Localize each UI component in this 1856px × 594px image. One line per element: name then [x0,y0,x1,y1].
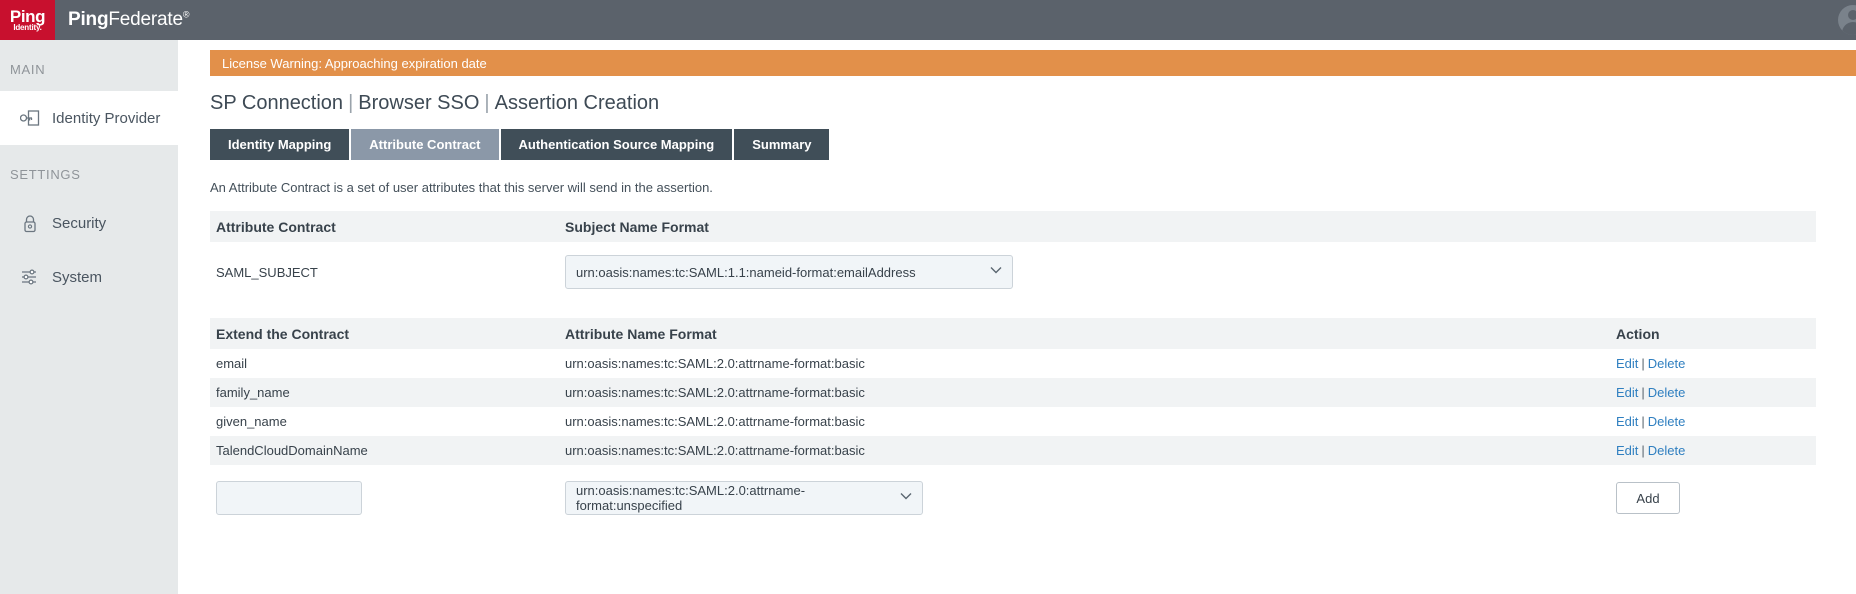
sidebar-section-main: MAIN [10,62,46,77]
edit-link[interactable]: Edit [1616,356,1638,371]
saml-subject-name: SAML_SUBJECT [216,264,318,280]
edit-link[interactable]: Edit [1616,385,1638,400]
sliders-icon [18,268,42,286]
tab-summary[interactable]: Summary [734,129,830,160]
new-attribute-format-value: urn:oasis:names:tc:SAML:2.0:attrname-for… [576,483,806,513]
breadcrumb-browser-sso: Browser SSO [358,92,480,114]
sidebar-item-label: Identity Provider [52,109,161,127]
lock-icon [18,214,42,233]
table-row: email urn:oasis:names:tc:SAML:2.0:attrna… [210,349,1816,378]
breadcrumb-separator: | [348,92,354,114]
extend-contract-table: Extend the Contract Attribute Name Forma… [210,318,1816,529]
new-attribute-name-input[interactable] [216,481,362,515]
user-avatar-icon[interactable] [1838,5,1856,35]
new-attribute-name-cell [210,481,565,515]
sidebar: MAIN Identity Provider SETTINGS Security… [0,40,197,594]
delete-link[interactable]: Delete [1648,385,1686,400]
row-actions: Edit | Delete [1616,443,1816,458]
logo-identity-text: Identity. [13,22,42,32]
chevron-down-icon [900,492,912,504]
attribute-name: TalendCloudDomainName [216,443,368,458]
add-button[interactable]: Add [1616,482,1680,514]
page-title: SP Connection | Browser SSO | Assertion Crea… [210,92,1856,115]
identity-provider-icon [18,109,42,127]
new-attribute-format-dropdown[interactable]: urn:oasis:names:tc:SAML:2.0:attrname-for… [565,481,923,515]
edit-link[interactable]: Edit [1616,414,1638,429]
attribute-format: urn:oasis:names:tc:SAML:2.0:attrname-for… [565,443,865,458]
sidebar-item-security[interactable]: Security [0,196,178,250]
subject-name-format-dropdown[interactable]: urn:oasis:names:tc:SAML:1.1:nameid-forma… [565,255,1013,289]
registered-mark: ® [182,9,190,20]
delete-link[interactable]: Delete [1648,356,1686,371]
column-header-attribute-contract: Attribute Contract [216,218,336,235]
table-header-row: Attribute Contract Subject Name Format [210,211,1816,242]
tab-bar: Identity Mapping Attribute Contract Auth… [210,129,1856,160]
action-separator: | [1641,414,1645,429]
sidebar-item-label: Security [52,214,107,232]
table-row: TalendCloudDomainName urn:oasis:names:tc… [210,436,1816,465]
tab-identity-mapping[interactable]: Identity Mapping [210,129,350,160]
avatar-body [1842,22,1856,35]
license-warning-text: License Warning: Approaching expiration … [222,55,487,71]
subject-name-format-value: urn:oasis:names:tc:SAML:1.1:nameid-forma… [576,264,916,280]
saml-subject-row: SAML_SUBJECT urn:oasis:names:tc:SAML:1.1… [210,242,1816,302]
column-header-extend-the-contract: Extend the Contract [216,325,350,342]
attribute-format: urn:oasis:names:tc:SAML:2.0:attrname-for… [565,356,865,371]
breadcrumb-separator: | [484,92,490,114]
main-content: License Warning: Approaching expiration … [178,40,1856,594]
attribute-format: urn:oasis:names:tc:SAML:2.0:attrname-for… [565,414,865,429]
tab-attribute-contract[interactable]: Attribute Contract [351,129,499,160]
delete-link[interactable]: Delete [1648,443,1686,458]
new-attribute-row: urn:oasis:names:tc:SAML:2.0:attrname-for… [210,467,1816,529]
brand-federate: Federate [108,9,183,30]
column-header-subject-name-format: Subject Name Format [565,218,709,235]
row-actions: Edit | Delete [1616,356,1816,371]
action-separator: | [1641,443,1645,458]
attribute-name: email [216,356,248,371]
row-actions: Edit | Delete [1616,385,1816,400]
subject-name-format-table: Attribute Contract Subject Name Format S… [210,211,1816,302]
license-warning-banner: License Warning: Approaching expiration … [210,50,1856,76]
attribute-name: given_name [216,414,287,429]
ping-identity-logo[interactable]: Ping Identity. [0,0,55,40]
sidebar-item-identity-provider[interactable]: Identity Provider [0,91,197,145]
breadcrumb-assertion-creation: Assertion Creation [494,92,660,114]
action-separator: | [1641,356,1645,371]
column-header-action: Action [1616,325,1660,342]
new-attribute-format-cell: urn:oasis:names:tc:SAML:2.0:attrname-for… [565,481,1616,515]
table-header-row: Extend the Contract Attribute Name Forma… [210,318,1816,349]
sidebar-section-settings: SETTINGS [10,167,81,182]
edit-link[interactable]: Edit [1616,443,1638,458]
column-header-attribute-name-format: Attribute Name Format [565,325,717,342]
delete-link[interactable]: Delete [1648,414,1686,429]
action-separator: | [1641,385,1645,400]
attribute-format: urn:oasis:names:tc:SAML:2.0:attrname-for… [565,385,865,400]
product-brand: PingFederate® [68,9,189,31]
sidebar-item-system[interactable]: System [0,250,178,304]
avatar-head [1848,10,1856,20]
chevron-down-icon [990,266,1002,278]
app-root: Ping Identity. PingFederate® MAIN Identi… [0,0,1856,594]
new-attribute-action-cell: Add [1616,482,1816,514]
table-row: family_name urn:oasis:names:tc:SAML:2.0:… [210,378,1816,407]
breadcrumb-sp-connection: SP Connection [210,92,344,114]
tab-authentication-source-mapping[interactable]: Authentication Source Mapping [500,129,733,160]
top-bar: Ping Identity. PingFederate® [0,0,1856,40]
intro-description: An Attribute Contract is a set of user a… [210,180,713,195]
row-actions: Edit | Delete [1616,414,1816,429]
brand-ping: Ping [68,9,109,30]
table-row: given_name urn:oasis:names:tc:SAML:2.0:a… [210,407,1816,436]
sidebar-item-label: System [52,268,103,286]
attribute-name: family_name [216,385,290,400]
